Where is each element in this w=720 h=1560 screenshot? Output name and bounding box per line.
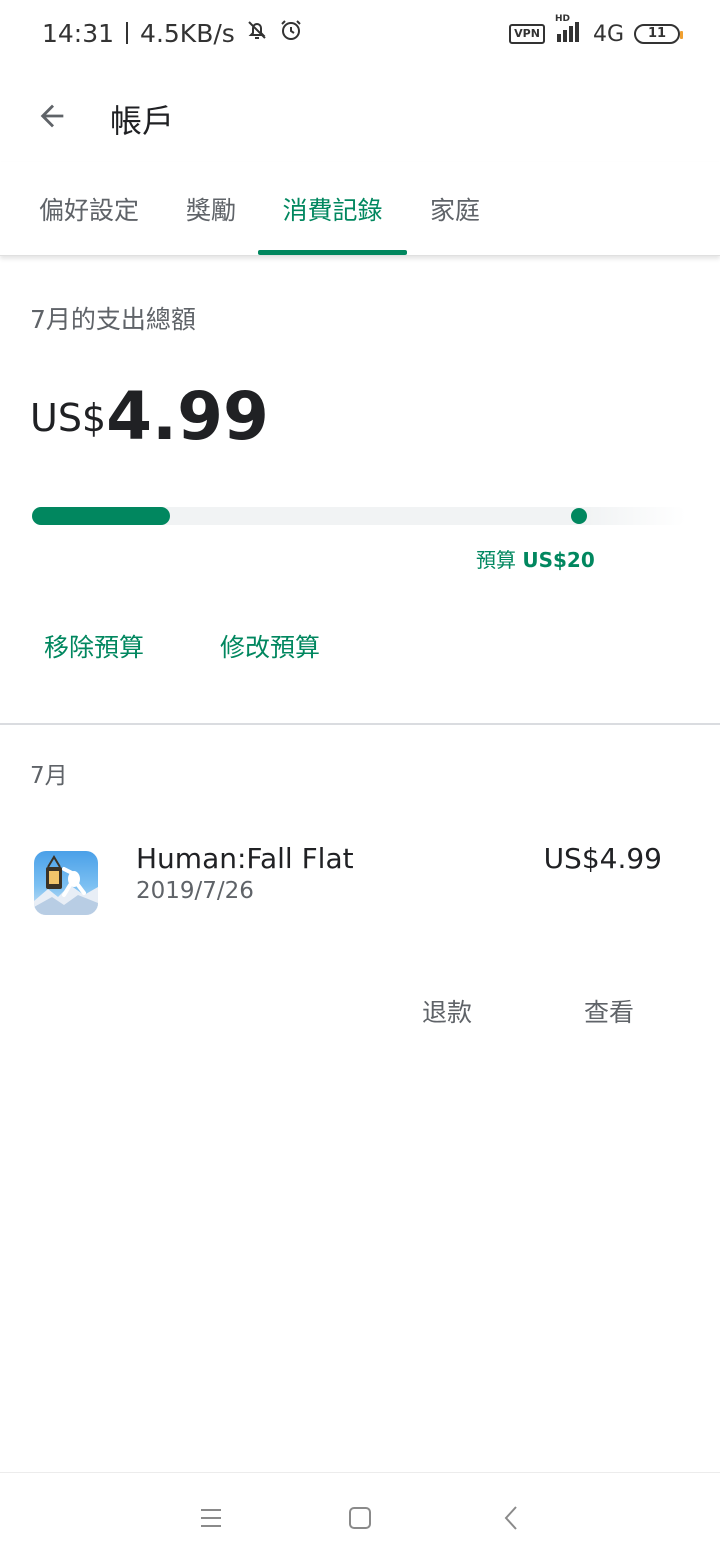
tab-purchase-history[interactable]: 消費記錄 <box>258 162 407 256</box>
budget-progress-bar <box>32 507 686 525</box>
home-square-icon <box>349 1507 371 1529</box>
home-button[interactable] <box>340 1501 380 1535</box>
active-tab-indicator <box>258 250 407 255</box>
status-network-speed: 4.5KB/s <box>140 18 235 48</box>
purchase-item-price: US$4.99 <box>543 842 662 875</box>
budget-marker <box>571 508 587 524</box>
tab-rewards[interactable]: 獎勵 <box>170 162 252 256</box>
view-button[interactable]: 查看 <box>584 993 634 1029</box>
budget-prefix: 預算 <box>476 548 516 572</box>
battery-level: 11 <box>647 26 667 41</box>
purchase-item-name: Human:Fall Flat <box>136 842 354 875</box>
tab-bar: 偏好設定 獎勵 消費記錄 家庭 <box>0 162 720 256</box>
vpn-badge: VPN <box>509 24 545 44</box>
network-type: 4G <box>592 21 624 47</box>
section-divider <box>0 723 720 725</box>
edit-budget-button[interactable]: 修改預算 <box>220 628 320 664</box>
budget-value: US$20 <box>522 548 595 572</box>
page-title: 帳戶 <box>110 102 175 140</box>
status-left: 14:31 4.5KB/s <box>42 18 303 48</box>
menu-button[interactable] <box>191 1501 231 1535</box>
currency-symbol: US$ <box>30 396 107 440</box>
chevron-left-icon <box>504 1506 517 1530</box>
back-button[interactable] <box>30 94 74 138</box>
purchase-item-date: 2019/7/26 <box>136 878 254 904</box>
system-back-button[interactable] <box>492 1501 532 1535</box>
menu-icon <box>201 1509 221 1527</box>
alarm-clock-icon <box>279 18 303 48</box>
status-time: 14:31 <box>42 18 115 48</box>
status-separator <box>126 22 129 44</box>
spending-amount: US$4.99 <box>30 378 269 455</box>
refund-button[interactable]: 退款 <box>422 993 472 1029</box>
app-bar: 帳戶 <box>0 70 720 162</box>
tab-preferences[interactable]: 偏好設定 <box>22 162 156 256</box>
monthly-spending-label: 7月的支出總額 <box>30 305 196 334</box>
remove-budget-button[interactable]: 移除預算 <box>44 628 144 664</box>
status-right: VPN HD 4G 11 <box>509 14 683 48</box>
battery-icon: 11 <box>634 24 683 44</box>
history-month-header: 7月 <box>30 763 68 789</box>
bell-off-icon <box>245 18 269 48</box>
arrow-back-icon <box>40 104 64 128</box>
hd-label: HD <box>554 14 570 24</box>
app-icon <box>34 851 98 915</box>
tab-family[interactable]: 家庭 <box>412 162 498 256</box>
status-bar: 14:31 4.5KB/s VPN HD 4G 11 <box>0 0 720 70</box>
budget-progress-fill <box>32 507 170 525</box>
budget-label: 預算 US$20 <box>476 544 595 573</box>
signal-strength-icon: HD <box>555 14 583 48</box>
amount-value: 4.99 <box>106 378 269 455</box>
system-navigation-bar <box>0 1472 720 1560</box>
